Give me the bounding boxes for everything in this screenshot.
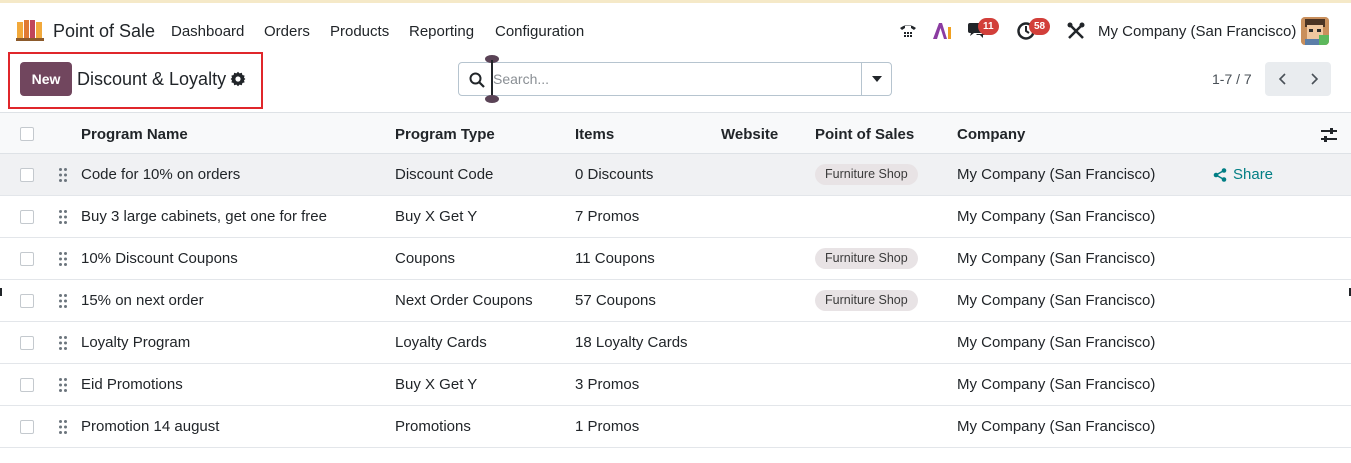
phone-icon[interactable] bbox=[896, 19, 920, 43]
pos-logo-icon[interactable] bbox=[16, 19, 44, 41]
row-checkbox[interactable] bbox=[20, 336, 34, 350]
row-checkbox[interactable] bbox=[20, 378, 34, 392]
drag-handle-icon[interactable] bbox=[58, 251, 68, 267]
share-button[interactable]: Share bbox=[1213, 166, 1273, 183]
cell-program-name: 10% Discount Coupons bbox=[81, 250, 238, 267]
row-checkbox[interactable] bbox=[20, 168, 34, 182]
gear-icon[interactable] bbox=[230, 71, 246, 87]
cell-program-type: Buy X Get Y bbox=[395, 376, 478, 393]
drag-handle-icon[interactable] bbox=[58, 419, 68, 435]
cell-program-name: Loyalty Program bbox=[81, 334, 191, 351]
cell-program-type: Promotions bbox=[395, 418, 471, 435]
column-program-type[interactable]: Program Type bbox=[395, 126, 495, 143]
avatar[interactable] bbox=[1301, 17, 1329, 45]
drag-handle-icon[interactable] bbox=[58, 293, 68, 309]
activities-badge: 58 bbox=[1029, 18, 1051, 35]
text-cursor-icon bbox=[485, 55, 499, 103]
cell-items: 7 Promos bbox=[575, 208, 640, 225]
select-all-checkbox[interactable] bbox=[20, 127, 34, 141]
cell-program-type: Loyalty Cards bbox=[395, 334, 487, 351]
cell-items: 57 Coupons bbox=[575, 292, 656, 309]
row-checkbox[interactable] bbox=[20, 294, 34, 308]
drag-handle-icon[interactable] bbox=[58, 377, 68, 393]
cell-items: 1 Promos bbox=[575, 418, 640, 435]
chevron-right-icon bbox=[1310, 73, 1318, 85]
main-navbar: Point of Sale Dashboard Orders Products … bbox=[0, 0, 1351, 58]
pos-tag: Furniture Shop bbox=[815, 248, 918, 269]
row-checkbox[interactable] bbox=[20, 420, 34, 434]
nav-products[interactable]: Products bbox=[330, 23, 389, 40]
cell-company: My Company (San Francisco) bbox=[957, 166, 1156, 183]
nav-dashboard[interactable]: Dashboard bbox=[171, 23, 244, 40]
pos-tag: Furniture Shop bbox=[815, 290, 918, 311]
pos-tag: Furniture Shop bbox=[815, 164, 918, 185]
search-icon bbox=[469, 72, 485, 88]
ai-icon[interactable] bbox=[930, 19, 954, 43]
table-row[interactable]: 10% Discount Coupons Coupons 11 Coupons … bbox=[0, 238, 1351, 280]
search-input[interactable] bbox=[493, 64, 861, 94]
nav-reporting[interactable]: Reporting bbox=[409, 23, 474, 40]
table-row[interactable]: Eid Promotions Buy X Get Y 3 Promos My C… bbox=[0, 364, 1351, 406]
pager-value[interactable]: 1-7 / 7 bbox=[1212, 71, 1252, 87]
chevron-left-icon bbox=[1278, 73, 1286, 85]
cell-items: 18 Loyalty Cards bbox=[575, 334, 688, 351]
row-checkbox[interactable] bbox=[20, 252, 34, 266]
cell-program-name: 15% on next order bbox=[81, 292, 204, 309]
cell-company: My Company (San Francisco) bbox=[957, 334, 1156, 351]
column-items[interactable]: Items bbox=[575, 126, 614, 143]
nav-configuration[interactable]: Configuration bbox=[495, 23, 584, 40]
cell-items: 0 Discounts bbox=[575, 166, 654, 183]
table-row[interactable]: 15% on next order Next Order Coupons 57 … bbox=[0, 280, 1351, 322]
cell-program-type: Coupons bbox=[395, 250, 456, 267]
pager-next-button[interactable] bbox=[1298, 62, 1331, 96]
share-label: Share bbox=[1233, 166, 1274, 183]
search-bar bbox=[458, 62, 892, 96]
drag-handle-icon[interactable] bbox=[58, 209, 68, 225]
cell-program-type: Discount Code bbox=[395, 166, 494, 183]
column-company[interactable]: Company bbox=[957, 126, 1025, 143]
page-title: Discount & Loyalty bbox=[77, 69, 227, 89]
messages-badge: 11 bbox=[978, 18, 999, 35]
cell-program-name: Eid Promotions bbox=[81, 376, 183, 393]
search-options-toggle[interactable] bbox=[861, 63, 891, 95]
column-point-of-sales[interactable]: Point of Sales bbox=[815, 126, 914, 143]
table-row[interactable]: Loyalty Program Loyalty Cards 18 Loyalty… bbox=[0, 322, 1351, 364]
cell-company: My Company (San Francisco) bbox=[957, 208, 1156, 225]
column-program-name[interactable]: Program Name bbox=[81, 126, 188, 143]
cell-items: 11 Coupons bbox=[575, 250, 655, 267]
company-switcher[interactable]: My Company (San Francisco) bbox=[1098, 23, 1296, 40]
table-header: Program Name Program Type Items Website … bbox=[0, 112, 1351, 154]
cell-company: My Company (San Francisco) bbox=[957, 292, 1156, 309]
cell-program-type: Buy X Get Y bbox=[395, 208, 478, 225]
cell-company: My Company (San Francisco) bbox=[957, 250, 1156, 267]
drag-handle-icon[interactable] bbox=[58, 167, 68, 183]
share-icon bbox=[1213, 167, 1227, 182]
cell-program-name: Code for 10% on orders bbox=[81, 166, 241, 183]
app-name[interactable]: Point of Sale bbox=[53, 21, 155, 42]
column-options-icon[interactable] bbox=[1320, 127, 1338, 143]
column-website[interactable]: Website bbox=[721, 126, 778, 143]
cell-program-name: Buy 3 large cabinets, get one for free bbox=[81, 208, 327, 225]
pager-previous-button[interactable] bbox=[1265, 62, 1298, 96]
tools-icon[interactable] bbox=[1064, 19, 1088, 43]
cell-company: My Company (San Francisco) bbox=[957, 418, 1156, 435]
nav-orders[interactable]: Orders bbox=[264, 23, 310, 40]
row-checkbox[interactable] bbox=[20, 210, 34, 224]
resize-edge-left bbox=[0, 288, 2, 296]
table-row[interactable]: Code for 10% on orders Discount Code 0 D… bbox=[0, 154, 1351, 196]
new-button[interactable]: New bbox=[20, 62, 72, 96]
table-row[interactable]: Promotion 14 august Promotions 1 Promos … bbox=[0, 406, 1351, 448]
cell-items: 3 Promos bbox=[575, 376, 640, 393]
cell-company: My Company (San Francisco) bbox=[957, 376, 1156, 393]
cell-program-name: Promotion 14 august bbox=[81, 418, 220, 435]
drag-handle-icon[interactable] bbox=[58, 335, 68, 351]
caret-down-icon bbox=[871, 76, 882, 82]
table-row[interactable]: Buy 3 large cabinets, get one for free B… bbox=[0, 196, 1351, 238]
cell-program-type: Next Order Coupons bbox=[395, 292, 533, 309]
